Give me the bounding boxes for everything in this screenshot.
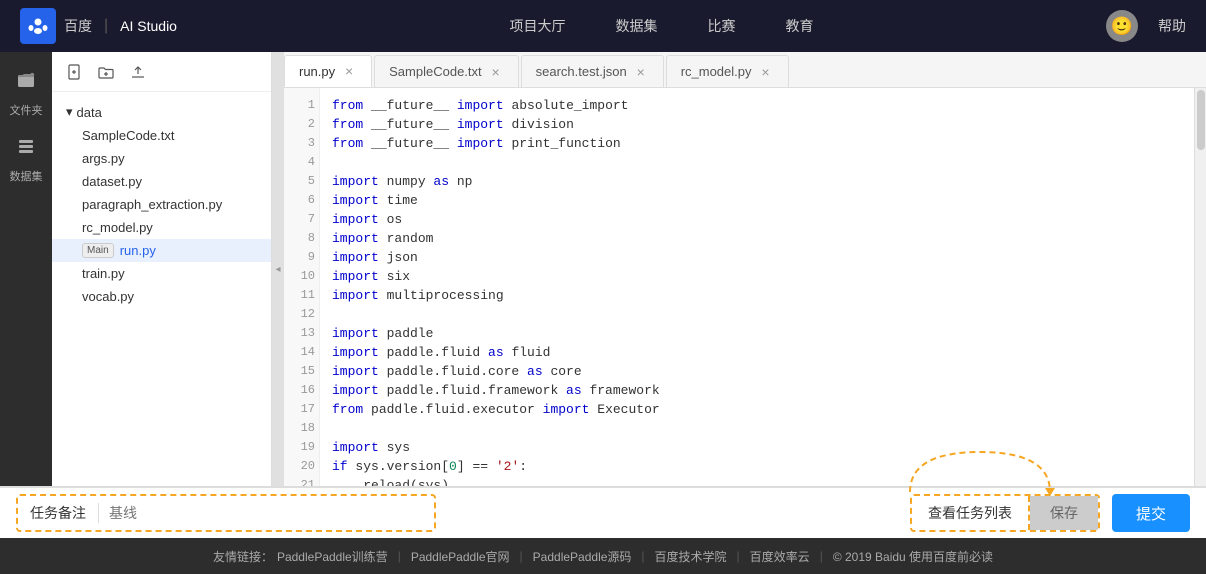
- list-item-active[interactable]: Main run.py: [52, 239, 271, 262]
- logo-divider: |: [104, 17, 108, 35]
- avatar[interactable]: 🙂: [1106, 10, 1138, 42]
- line-numbers: 1234 5678 9101112 13141516 17181920 2122…: [284, 88, 320, 486]
- datasets-icon-group[interactable]: 数据集: [8, 128, 44, 184]
- footer-divider: |: [737, 549, 740, 563]
- main-nav: 项目大厅 数据集 比赛 教育: [217, 16, 1106, 36]
- tab-label: SampleCode.txt: [389, 64, 482, 79]
- help-link[interactable]: 帮助: [1158, 16, 1186, 36]
- footer-link-training[interactable]: PaddlePaddle训练营: [277, 548, 388, 565]
- footer-divider: |: [820, 549, 823, 563]
- folder-name: data: [77, 105, 102, 120]
- list-item[interactable]: vocab.py: [52, 285, 271, 308]
- tab-run-py[interactable]: run.py ×: [284, 55, 372, 87]
- view-tasks-button[interactable]: 查看任务列表: [912, 496, 1030, 530]
- file-label: paragraph_extraction.py: [82, 197, 222, 212]
- tab-label: run.py: [299, 64, 335, 79]
- close-icon[interactable]: ×: [758, 64, 774, 80]
- main-area: 文件夹 数据集: [0, 52, 1206, 486]
- task-note-label: 任务备注: [18, 503, 99, 523]
- submit-button[interactable]: 提交: [1112, 494, 1190, 532]
- navbar: 百度 | AI Studio 项目大厅 数据集 比赛 教育 🙂 帮助: [0, 0, 1206, 52]
- files-label: 文件夹: [10, 102, 43, 118]
- footer: 友情链接： PaddlePaddle训练营 | PaddlePaddle官网 |…: [0, 538, 1206, 574]
- file-label: dataset.py: [82, 174, 142, 189]
- close-icon[interactable]: ×: [488, 64, 504, 80]
- chevron-down-icon: ▾: [66, 104, 73, 120]
- footer-copyright: © 2019 Baidu 使用百度前必读: [833, 548, 993, 565]
- studio-text: AI Studio: [120, 18, 177, 34]
- upload-btn[interactable]: [126, 60, 150, 84]
- footer-divider: |: [398, 549, 401, 563]
- footer-link-official[interactable]: PaddlePaddle官网: [411, 548, 510, 565]
- tab-bar: run.py × SampleCode.txt × search.test.js…: [284, 52, 1206, 88]
- editor-area: run.py × SampleCode.txt × search.test.js…: [284, 52, 1206, 486]
- nav-education[interactable]: 教育: [785, 16, 813, 36]
- nav-competitions[interactable]: 比赛: [707, 16, 735, 36]
- footer-divider: |: [641, 549, 644, 563]
- file-label: rc_model.py: [82, 220, 153, 235]
- footer-link-cloud[interactable]: 百度效率云: [750, 548, 810, 565]
- navbar-right: 🙂 帮助: [1106, 10, 1186, 42]
- code-content[interactable]: from __future__ import absolute_import f…: [320, 88, 1194, 486]
- file-tree-toolbar: [52, 52, 271, 92]
- file-tree-content: ▾ data SampleCode.txt args.py dataset.py…: [52, 92, 271, 316]
- tab-rc-model[interactable]: rc_model.py ×: [666, 55, 789, 87]
- save-button[interactable]: 保存: [1030, 496, 1098, 530]
- list-item[interactable]: args.py: [52, 147, 271, 170]
- resize-handle[interactable]: ◂: [272, 52, 284, 486]
- list-item[interactable]: train.py: [52, 262, 271, 285]
- task-note-area: 任务备注: [16, 494, 436, 532]
- new-folder-btn[interactable]: [94, 60, 118, 84]
- footer-prefix: 友情链接：: [213, 548, 273, 565]
- new-file-btn[interactable]: [62, 60, 86, 84]
- folder-icon[interactable]: [8, 62, 44, 98]
- file-label: SampleCode.txt: [82, 128, 175, 143]
- file-tree: ▾ data SampleCode.txt args.py dataset.py…: [52, 52, 272, 486]
- active-file-label: run.py: [120, 243, 156, 258]
- tab-label: rc_model.py: [681, 64, 752, 79]
- datasets-icon[interactable]: [8, 128, 44, 164]
- view-tasks-area: 查看任务列表 保存: [910, 494, 1100, 532]
- list-item[interactable]: SampleCode.txt: [52, 124, 271, 147]
- tab-search-test[interactable]: search.test.json ×: [521, 55, 664, 87]
- file-label: args.py: [82, 151, 125, 166]
- baidu-logo-icon: [20, 8, 56, 44]
- files-icon-group[interactable]: 文件夹: [8, 62, 44, 118]
- close-icon[interactable]: ×: [341, 63, 357, 79]
- footer-link-academy[interactable]: 百度技术学院: [655, 548, 727, 565]
- action-bar: 任务备注 查看任务列表 保存 提交: [0, 486, 1206, 538]
- logo: 百度 | AI Studio: [20, 8, 177, 44]
- close-icon[interactable]: ×: [633, 64, 649, 80]
- list-item[interactable]: dataset.py: [52, 170, 271, 193]
- list-item[interactable]: paragraph_extraction.py: [52, 193, 271, 216]
- folder-data[interactable]: ▾ data: [52, 100, 271, 124]
- scrollbar-thumb[interactable]: [1197, 90, 1205, 150]
- footer-divider: |: [520, 549, 523, 563]
- tab-samplecode[interactable]: SampleCode.txt ×: [374, 55, 519, 87]
- file-label: vocab.py: [82, 289, 134, 304]
- code-editor[interactable]: 1234 5678 9101112 13141516 17181920 2122…: [284, 88, 1206, 486]
- nav-datasets[interactable]: 数据集: [615, 16, 657, 36]
- baidu-text: 百度: [64, 16, 92, 36]
- file-label: train.py: [82, 266, 125, 281]
- datasets-label: 数据集: [10, 168, 43, 184]
- vertical-scrollbar[interactable]: [1194, 88, 1206, 486]
- footer-link-source[interactable]: PaddlePaddle源码: [533, 548, 632, 565]
- nav-projects[interactable]: 项目大厅: [509, 16, 565, 36]
- main-badge: Main: [82, 243, 114, 258]
- tab-label: search.test.json: [536, 64, 627, 79]
- baseline-input[interactable]: [99, 505, 434, 521]
- list-item[interactable]: rc_model.py: [52, 216, 271, 239]
- sidebar-icons: 文件夹 数据集: [0, 52, 52, 486]
